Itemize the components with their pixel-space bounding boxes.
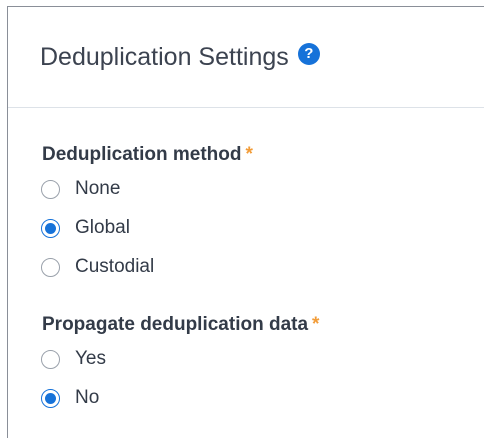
propagate-required-mark: *: [312, 314, 320, 335]
radio-label-global: Global: [75, 217, 130, 238]
page-title: Deduplication Settings: [40, 43, 289, 71]
radio-label-none: None: [75, 178, 121, 199]
propagate-label: Propagate deduplication data *: [42, 314, 319, 336]
radio-circle-custodial[interactable]: [41, 257, 60, 277]
radio-dedup-none[interactable]: None: [41, 178, 120, 200]
radio-circle-global[interactable]: [41, 218, 60, 238]
title-row: Deduplication Settings ?: [40, 41, 320, 73]
deduplication-settings-panel: Deduplication Settings ? Deduplication m…: [7, 6, 484, 438]
radio-label-yes: Yes: [75, 348, 106, 369]
radio-dedup-global[interactable]: Global: [41, 217, 130, 239]
help-icon[interactable]: ?: [297, 43, 320, 65]
radio-circle-yes[interactable]: [41, 349, 60, 369]
radio-dedup-custodial[interactable]: Custodial: [41, 256, 154, 278]
radio-label-no: No: [75, 387, 100, 408]
radio-circle-none[interactable]: [41, 179, 60, 199]
radio-circle-no[interactable]: [41, 388, 60, 408]
propagate-label-text: Propagate deduplication data: [42, 314, 309, 335]
dedup-method-required-mark: *: [245, 144, 253, 165]
radio-label-custodial: Custodial: [75, 256, 155, 277]
dedup-method-label-text: Deduplication method: [42, 144, 242, 165]
radio-propagate-no[interactable]: No: [41, 387, 99, 409]
dedup-method-label: Deduplication method *: [42, 144, 253, 166]
panel-header: Deduplication Settings ?: [8, 7, 484, 108]
radio-propagate-yes[interactable]: Yes: [41, 348, 106, 370]
